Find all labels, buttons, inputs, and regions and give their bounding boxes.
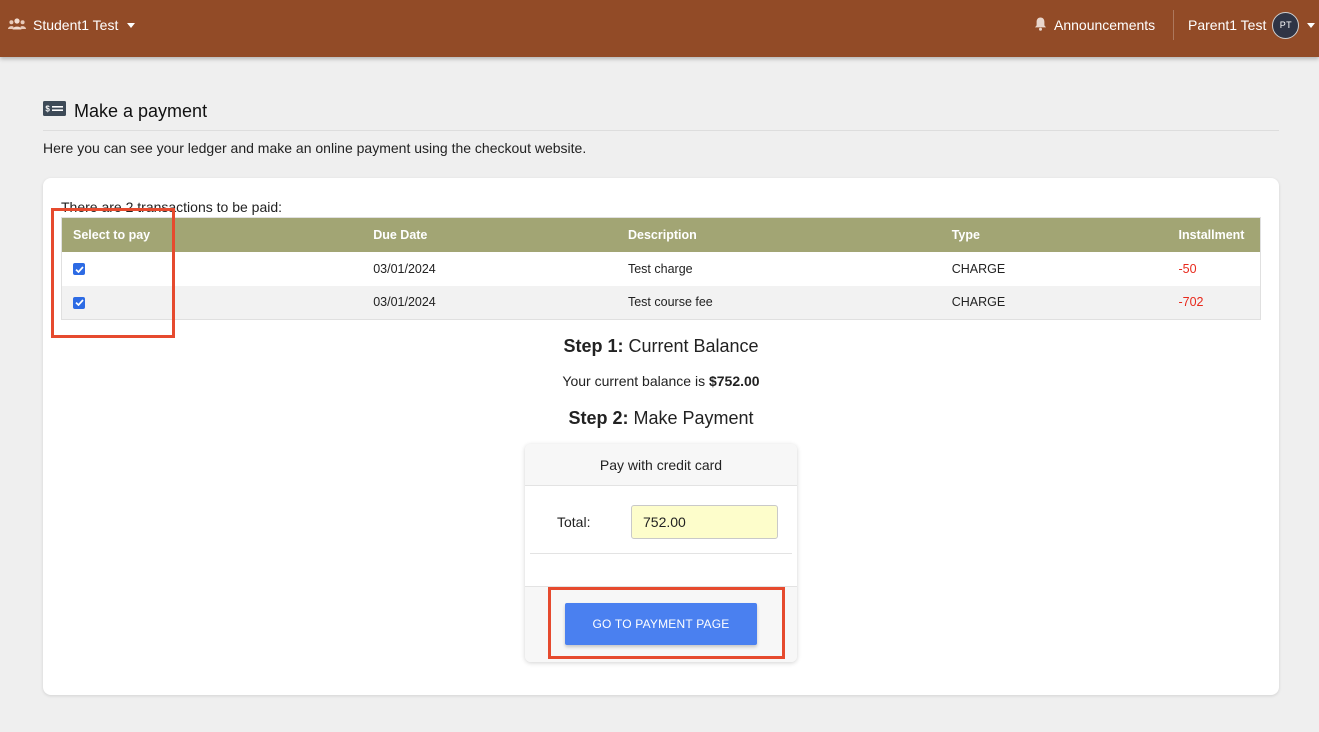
select-to-pay-checkbox[interactable] xyxy=(73,296,85,309)
money-bill-icon: $ xyxy=(43,101,66,121)
step2-heading: Step 2: Make Payment xyxy=(43,408,1279,429)
installment-cell: -702 xyxy=(1178,295,1204,310)
installment-cell: -50 xyxy=(1178,261,1197,276)
step1-label: Step 1: xyxy=(563,336,624,356)
total-row: Total: xyxy=(525,505,797,539)
description-cell: Test course fee xyxy=(627,295,713,310)
chevron-down-icon xyxy=(1307,22,1316,28)
svg-text:$: $ xyxy=(45,105,50,114)
announcements-link[interactable]: Announcements xyxy=(1034,16,1155,34)
column-header-installment: Installment xyxy=(1178,227,1245,242)
table-row: 03/01/2024 Test charge CHARGE -50 xyxy=(62,252,1261,286)
page-header: $ Make a payment xyxy=(43,100,207,122)
ledger-card: There are 2 transactions to be paid: Sel… xyxy=(43,178,1279,695)
column-header-type: Type xyxy=(951,227,980,242)
due-date-cell: 03/01/2024 xyxy=(373,295,436,310)
table-row: 03/01/2024 Test course fee CHARGE -702 xyxy=(61,285,1261,320)
step1-title: Current Balance xyxy=(628,336,759,356)
ledger-table: Select to pay Due Date Description Type … xyxy=(61,217,1261,320)
users-icon xyxy=(8,17,26,33)
description-cell: Test charge xyxy=(627,261,693,276)
transaction-count: There are 2 transactions to be paid: xyxy=(61,199,283,215)
step1-heading: Step 1: Current Balance xyxy=(43,336,1279,357)
student-selector-dropdown[interactable]: Student1 Test xyxy=(8,16,136,34)
table-header-row: Select to pay Due Date Description Type … xyxy=(61,217,1261,252)
header-divider xyxy=(43,130,1279,131)
chevron-down-icon xyxy=(127,22,136,28)
payment-card-footer: GO TO PAYMENT PAGE xyxy=(525,586,797,662)
top-navbar: Student1 Test Announcements Parent1 Test… xyxy=(0,0,1319,57)
type-cell: CHARGE xyxy=(951,261,1006,276)
type-cell: CHARGE xyxy=(951,295,1006,310)
column-header-description: Description xyxy=(627,227,697,242)
current-balance: Your current balance is $752.00 xyxy=(43,373,1279,389)
column-header-select: Select to pay xyxy=(73,227,151,242)
student-name: Student1 Test xyxy=(33,17,119,33)
announcements-label: Announcements xyxy=(1054,17,1156,33)
bell-icon xyxy=(1034,17,1047,34)
avatar: PT xyxy=(1272,11,1300,39)
go-to-payment-page-button[interactable]: GO TO PAYMENT PAGE xyxy=(565,603,757,645)
step2-label: Step 2: xyxy=(568,408,629,428)
user-account-dropdown[interactable]: Parent1 Test PT xyxy=(1188,11,1316,39)
payment-card-divider xyxy=(530,553,792,554)
step2-title: Make Payment xyxy=(633,408,754,428)
navbar-divider xyxy=(1173,10,1174,40)
page-title: Make a payment xyxy=(74,100,208,121)
total-amount-field[interactable] xyxy=(631,505,778,539)
column-header-due-date: Due Date xyxy=(373,227,428,242)
select-to-pay-checkbox[interactable] xyxy=(73,263,85,276)
page-intro: Here you can see your ledger and make an… xyxy=(43,140,587,156)
balance-value: $752.00 xyxy=(708,373,760,389)
payment-card-title: Pay with credit card xyxy=(525,444,797,486)
balance-prefix: Your current balance is xyxy=(562,373,706,389)
due-date-cell: 03/01/2024 xyxy=(373,261,436,276)
parent-name: Parent1 Test xyxy=(1188,17,1267,33)
payment-card: Pay with credit card Total: GO TO PAYMEN… xyxy=(525,444,797,662)
total-label: Total: xyxy=(557,514,591,530)
